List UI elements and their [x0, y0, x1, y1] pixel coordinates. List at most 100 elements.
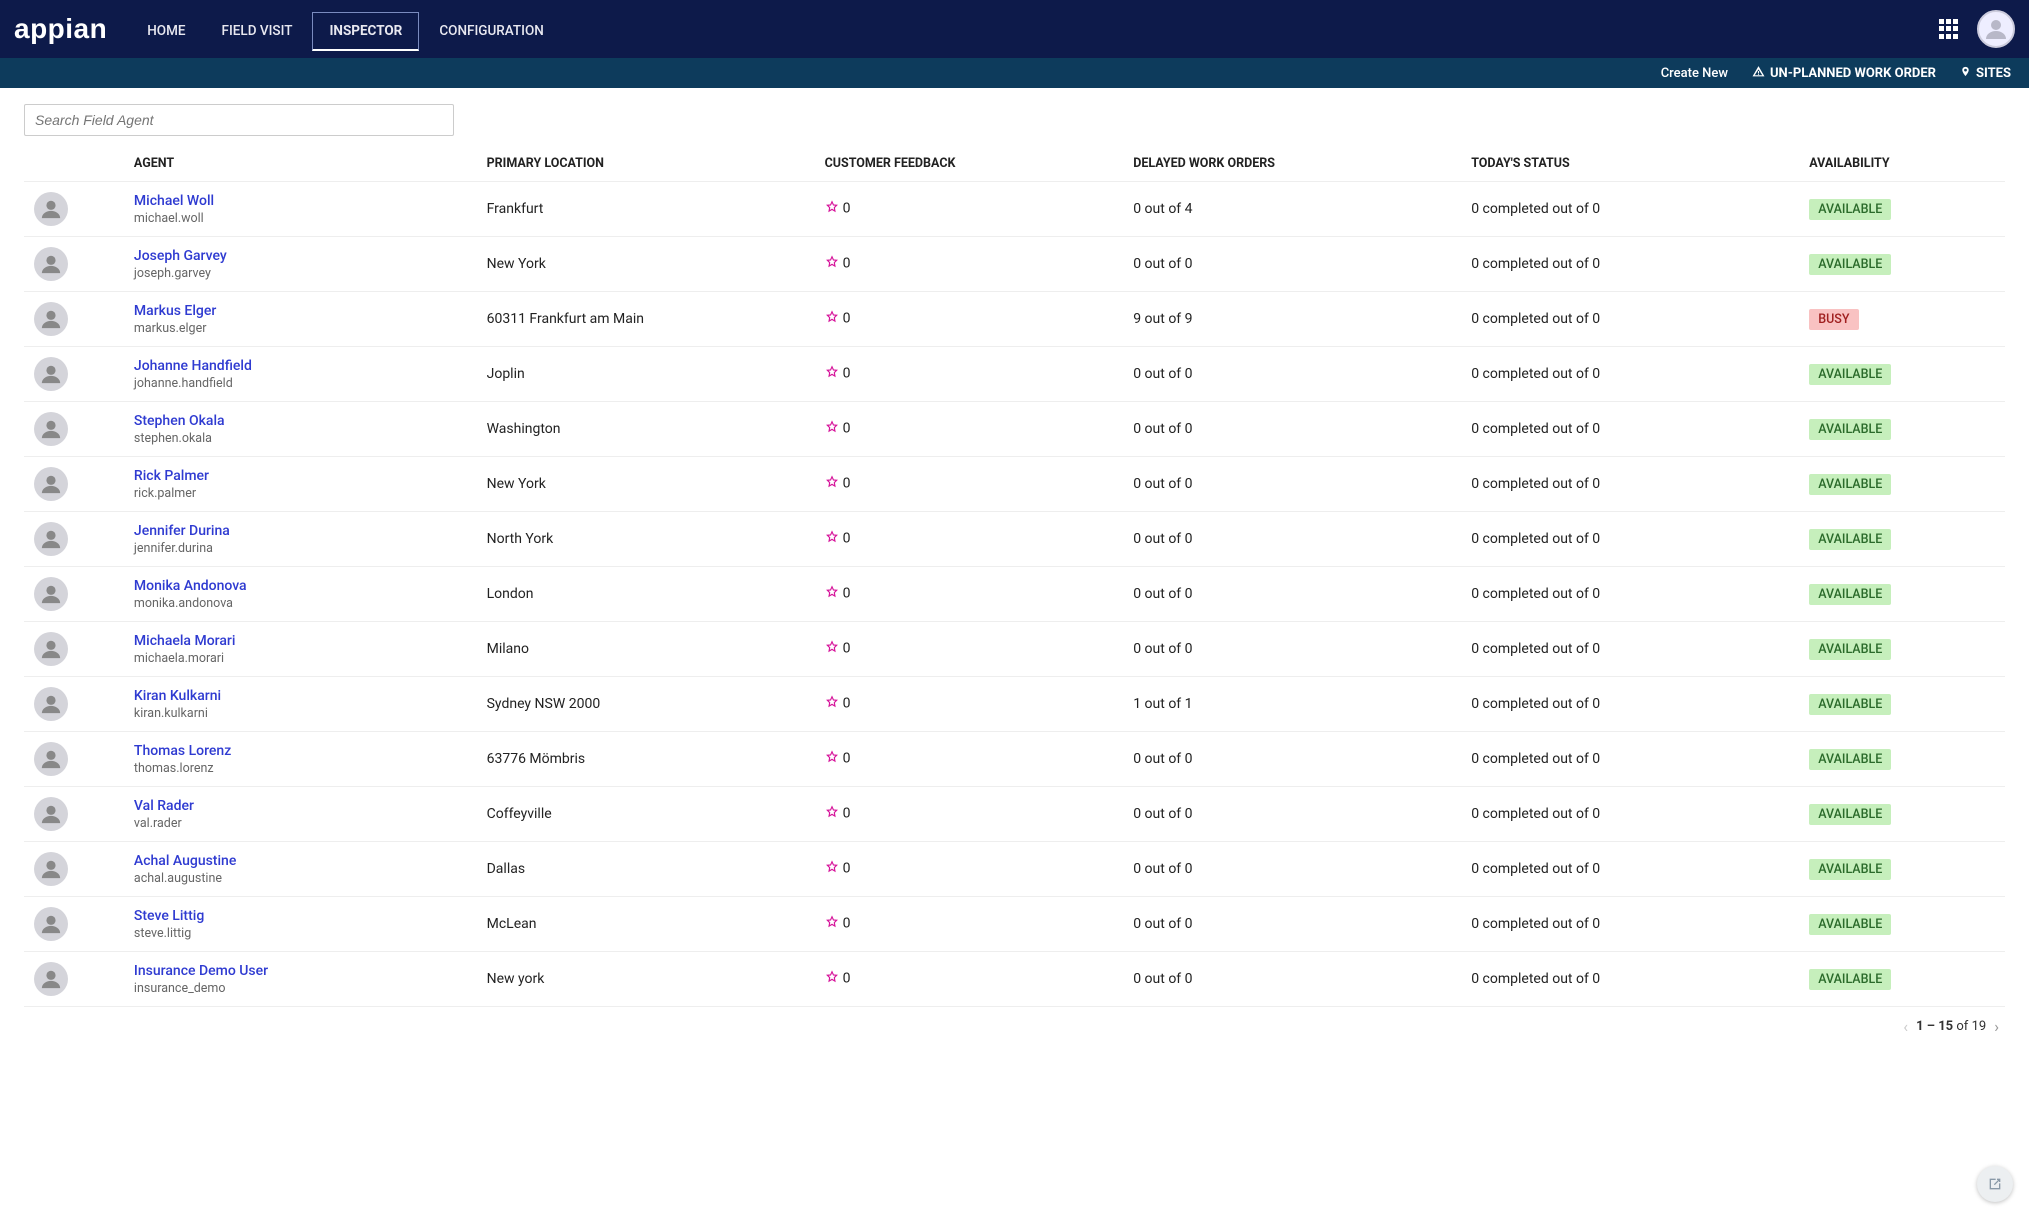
availability-badge: AVAILABLE — [1809, 199, 1891, 220]
availability-badge: AVAILABLE — [1809, 364, 1891, 385]
nav-item-home[interactable]: HOME — [131, 13, 201, 49]
unplanned-work-order-label: UN-PLANNED WORK ORDER — [1770, 66, 1936, 81]
apps-grid-icon[interactable] — [1939, 19, 1959, 39]
agent-username: michaela.morari — [134, 651, 467, 666]
star-icon — [825, 475, 839, 493]
sites-link[interactable]: SITES — [1960, 65, 2011, 82]
cell-delayed: 0 out of 0 — [1123, 622, 1461, 677]
cell-delayed: 0 out of 0 — [1123, 732, 1461, 787]
cell-feedback: 0 — [815, 457, 1124, 512]
cell-status: 0 completed out of 0 — [1461, 622, 1799, 677]
availability-badge: AVAILABLE — [1809, 419, 1891, 440]
star-icon — [825, 585, 839, 603]
agent-name-link[interactable]: Kiran Kulkarni — [134, 688, 467, 704]
col-location: PRIMARY LOCATION — [477, 148, 815, 182]
agent-username: johanne.handfield — [134, 376, 467, 391]
cell-delayed: 0 out of 0 — [1123, 787, 1461, 842]
secondary-nav: Create New UN-PLANNED WORK ORDER SITES — [0, 58, 2029, 88]
cell-location: 60311 Frankfurt am Main — [477, 292, 815, 347]
cell-feedback: 0 — [815, 952, 1124, 1007]
agent-name-link[interactable]: Markus Elger — [134, 303, 467, 319]
avatar — [34, 907, 68, 941]
cell-location: 63776 Mömbris — [477, 732, 815, 787]
cell-feedback: 0 — [815, 567, 1124, 622]
agent-name-link[interactable]: Thomas Lorenz — [134, 743, 467, 759]
cell-location: New york — [477, 952, 815, 1007]
table-row: Markus Elgermarkus.elger60311 Frankfurt … — [24, 292, 2005, 347]
availability-badge: AVAILABLE — [1809, 914, 1891, 935]
pager-range: 1 – 15 — [1916, 1019, 1953, 1034]
warning-icon — [1752, 65, 1765, 82]
agent-username: achal.augustine — [134, 871, 467, 886]
col-feedback: CUSTOMER FEEDBACK — [815, 148, 1124, 182]
availability-badge: AVAILABLE — [1809, 529, 1891, 550]
cell-location: Coffeyville — [477, 787, 815, 842]
star-icon — [825, 860, 839, 878]
logo: appian — [14, 13, 107, 45]
cell-status: 0 completed out of 0 — [1461, 292, 1799, 347]
cell-feedback: 0 — [815, 182, 1124, 237]
cell-feedback: 0 — [815, 402, 1124, 457]
cell-status: 0 completed out of 0 — [1461, 512, 1799, 567]
cell-feedback: 0 — [815, 512, 1124, 567]
avatar — [34, 632, 68, 666]
cell-delayed: 0 out of 0 — [1123, 237, 1461, 292]
pager-next[interactable]: › — [1994, 1017, 1999, 1036]
agent-name-link[interactable]: Rick Palmer — [134, 468, 467, 484]
avatar — [34, 687, 68, 721]
cell-location: North York — [477, 512, 815, 567]
availability-badge: AVAILABLE — [1809, 584, 1891, 605]
table-row: Jennifer Durinajennifer.durinaNorth York… — [24, 512, 2005, 567]
pager-prev[interactable]: ‹ — [1903, 1017, 1908, 1036]
nav-item-inspector[interactable]: INSPECTOR — [312, 12, 419, 51]
agent-name-link[interactable]: Michael Woll — [134, 193, 467, 209]
avatar — [34, 852, 68, 886]
table-row: Michaela Morarimichaela.morariMilano00 o… — [24, 622, 2005, 677]
avatar — [34, 577, 68, 611]
agent-name-link[interactable]: Joseph Garvey — [134, 248, 467, 264]
cell-feedback: 0 — [815, 292, 1124, 347]
agent-name-link[interactable]: Steve Littig — [134, 908, 467, 924]
cell-status: 0 completed out of 0 — [1461, 237, 1799, 292]
cell-feedback: 0 — [815, 732, 1124, 787]
agent-name-link[interactable]: Achal Augustine — [134, 853, 467, 869]
table-row: Steve Littigsteve.littigMcLean00 out of … — [24, 897, 2005, 952]
cell-delayed: 0 out of 0 — [1123, 402, 1461, 457]
col-status: TODAY'S STATUS — [1461, 148, 1799, 182]
user-avatar-button[interactable] — [1977, 10, 2015, 48]
agent-name-link[interactable]: Stephen Okala — [134, 413, 467, 429]
table-row: Achal Augustineachal.augustineDallas00 o… — [24, 842, 2005, 897]
nav-item-configuration[interactable]: CONFIGURATION — [423, 13, 560, 49]
cell-location: Joplin — [477, 347, 815, 402]
cell-delayed: 0 out of 0 — [1123, 567, 1461, 622]
cell-status: 0 completed out of 0 — [1461, 897, 1799, 952]
cell-location: Dallas — [477, 842, 815, 897]
star-icon — [825, 750, 839, 768]
agent-name-link[interactable]: Johanne Handfield — [134, 358, 467, 374]
avatar — [34, 247, 68, 281]
search-input[interactable] — [24, 104, 454, 136]
cell-location: New York — [477, 457, 815, 512]
cell-feedback: 0 — [815, 237, 1124, 292]
nav-item-field-visit[interactable]: FIELD VISIT — [206, 13, 309, 49]
unplanned-work-order-link[interactable]: UN-PLANNED WORK ORDER — [1752, 65, 1936, 82]
agent-name-link[interactable]: Monika Andonova — [134, 578, 467, 594]
agent-username: rick.palmer — [134, 486, 467, 501]
cell-location: Sydney NSW 2000 — [477, 677, 815, 732]
avatar — [34, 742, 68, 776]
primary-nav: appian HOMEFIELD VISITINSPECTORCONFIGURA… — [0, 0, 2029, 58]
agent-name-link[interactable]: Insurance Demo User — [134, 963, 467, 979]
cell-status: 0 completed out of 0 — [1461, 347, 1799, 402]
cell-delayed: 1 out of 1 — [1123, 677, 1461, 732]
create-new-link[interactable]: Create New — [1661, 66, 1728, 81]
cell-location: New York — [477, 237, 815, 292]
availability-badge: AVAILABLE — [1809, 474, 1891, 495]
agent-name-link[interactable]: Jennifer Durina — [134, 523, 467, 539]
cell-delayed: 0 out of 0 — [1123, 897, 1461, 952]
agent-name-link[interactable]: Michaela Morari — [134, 633, 467, 649]
avatar — [34, 797, 68, 831]
float-action-button[interactable] — [1977, 1166, 2013, 1202]
cell-delayed: 0 out of 0 — [1123, 512, 1461, 567]
star-icon — [825, 365, 839, 383]
agent-name-link[interactable]: Val Rader — [134, 798, 467, 814]
